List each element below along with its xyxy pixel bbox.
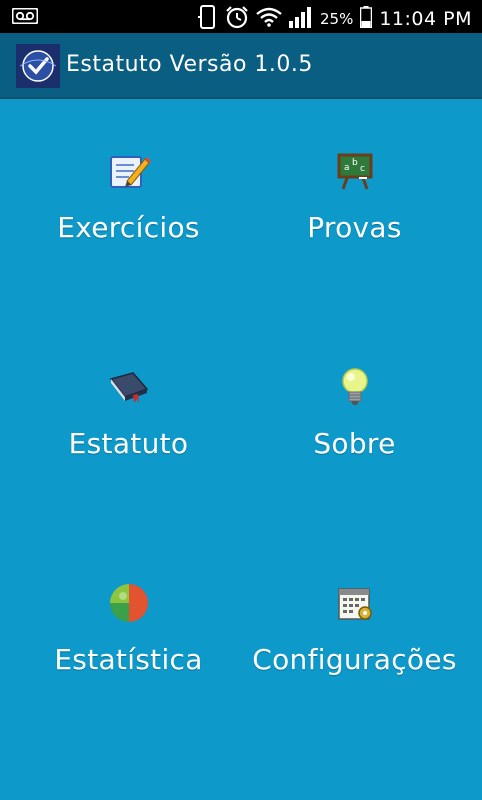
menu-label-sobre: Sobre [313, 427, 396, 460]
menu-label-provas: Provas [307, 211, 402, 244]
app-title: Estatuto Versão 1.0.5 [66, 52, 313, 77]
svg-text:b: b [352, 158, 358, 168]
lightbulb-icon [331, 365, 379, 409]
battery-icon [360, 6, 373, 32]
menu-label-configuracoes: Configurações [252, 643, 457, 676]
menu-label-estatuto: Estatuto [68, 427, 189, 460]
main-menu-grid: Exercícios a b c Provas Estatuto Sobre E… [0, 99, 482, 800]
phone-icon [198, 5, 218, 33]
menu-item-configuracoes[interactable]: Configurações [234, 531, 475, 747]
battery-percent: 25% [320, 10, 354, 28]
clock-time: 11:04 PM [379, 8, 472, 30]
chalkboard-icon: a b c [331, 149, 379, 193]
concursos-logo-icon[interactable] [16, 44, 60, 88]
menu-item-sobre[interactable]: Sobre [234, 315, 475, 531]
calendar-settings-icon [331, 581, 379, 625]
menu-item-estatuto[interactable]: Estatuto [8, 315, 249, 531]
menu-item-exercicios[interactable]: Exercícios [8, 99, 249, 315]
menu-label-estatistica: Estatística [54, 643, 203, 676]
pie-chart-icon [105, 581, 153, 625]
menu-item-provas[interactable]: a b c Provas [234, 99, 475, 315]
notepad-pencil-icon [105, 149, 153, 193]
voicemail-icon [11, 7, 39, 28]
svg-text:a: a [344, 163, 350, 173]
alarm-icon [225, 5, 249, 33]
signal-icon [289, 6, 313, 32]
book-icon [105, 365, 153, 409]
svg-text:c: c [360, 164, 365, 174]
app-bar: Estatuto Versão 1.0.5 [0, 33, 482, 99]
menu-item-estatistica[interactable]: Estatística [8, 531, 249, 747]
wifi-icon [256, 7, 282, 31]
menu-label-exercicios: Exercícios [57, 211, 200, 244]
status-bar: 25% 11:04 PM [0, 0, 482, 33]
